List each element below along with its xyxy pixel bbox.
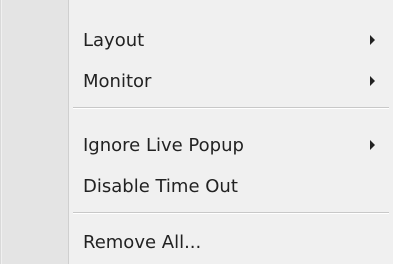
chevron-right-icon <box>370 35 375 45</box>
menu-separator <box>73 107 389 109</box>
menu-item-layout[interactable]: Layout <box>69 20 393 60</box>
menu-item-label: Monitor <box>83 70 152 92</box>
menu-separator <box>73 212 389 214</box>
menu-item-disable-time-out[interactable]: Disable Time Out <box>69 166 393 206</box>
menu-item-label: Remove All... <box>83 231 202 253</box>
menu-item-label: Layout <box>83 29 145 51</box>
menu-item-label: Disable Time Out <box>83 175 238 197</box>
chevron-right-icon <box>370 140 375 150</box>
context-menu: Layout Monitor Ignore Live Popup Disable… <box>0 0 393 264</box>
menu-item-monitor[interactable]: Monitor <box>69 61 393 101</box>
chevron-right-icon <box>370 76 375 86</box>
menu-item-label: Ignore Live Popup <box>83 134 244 156</box>
menu-item-remove-all[interactable]: Remove All... <box>69 222 393 262</box>
menu-icon-gutter <box>2 0 69 264</box>
menu-item-ignore-live-popup[interactable]: Ignore Live Popup <box>69 125 393 165</box>
